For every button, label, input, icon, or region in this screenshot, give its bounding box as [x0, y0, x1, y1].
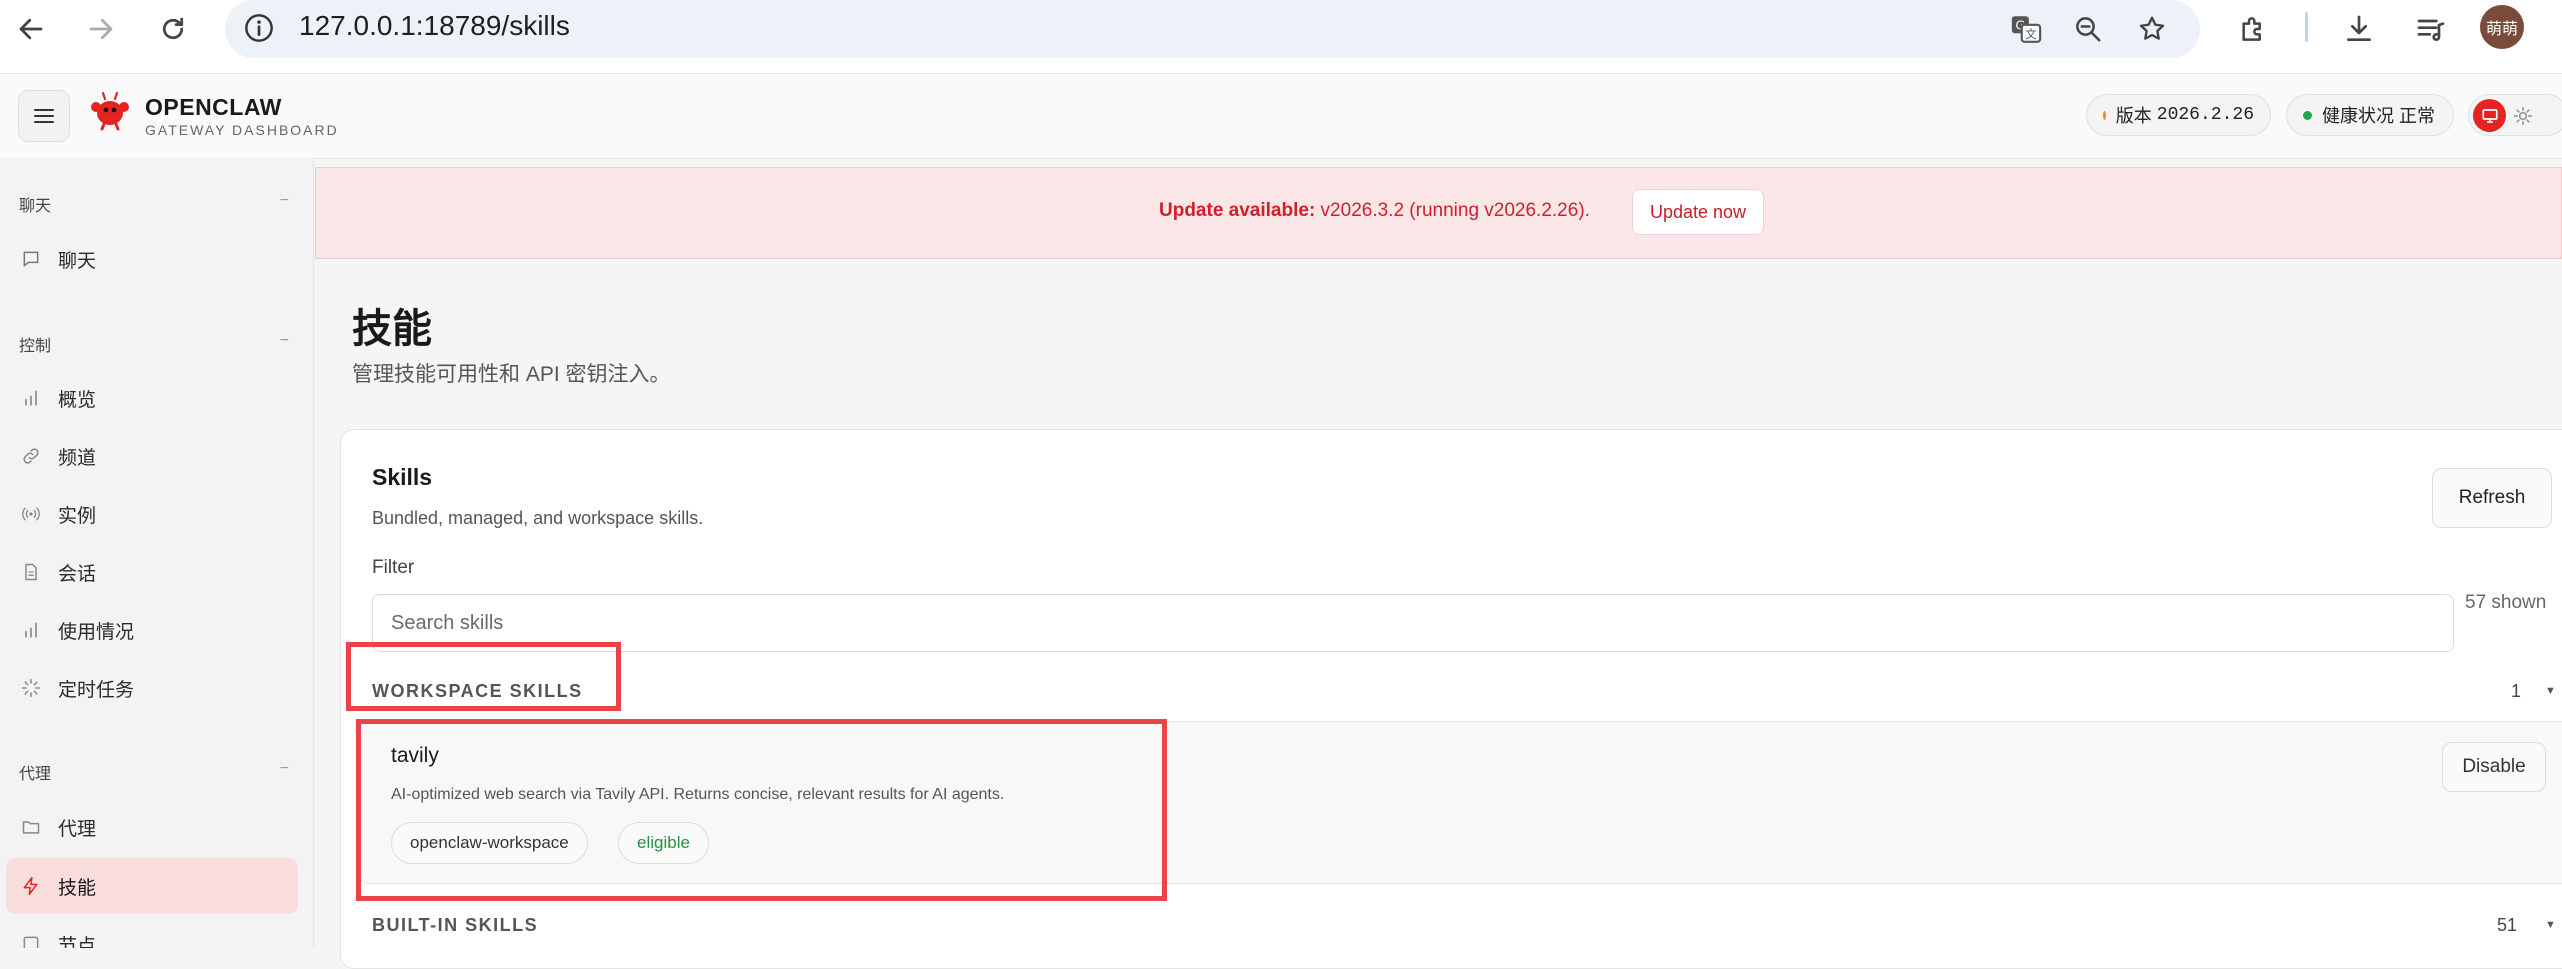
zoom-icon[interactable]: [2067, 8, 2109, 50]
url-text[interactable]: 127.0.0.1:18789/skills: [299, 10, 570, 42]
bar-chart-icon: [20, 619, 42, 641]
reload-icon[interactable]: [152, 8, 194, 50]
built-in-skills-count: 51: [2497, 915, 2518, 935]
sidebar-item-usage[interactable]: 使用情况: [6, 602, 298, 658]
bookmark-star-icon[interactable]: [2131, 8, 2173, 50]
health-label: 健康状况: [2322, 106, 2394, 126]
translate-icon[interactable]: G文: [2005, 8, 2047, 50]
skill-row-tavily: tavily AI-optimized web search via Tavil…: [359, 721, 2562, 884]
version-status-dot: [2103, 110, 2106, 120]
sidebar-item-instances[interactable]: 实例: [6, 486, 298, 542]
sidebar: 聊天 − 聊天 控制 − 概览 频道 实例 会话 使用情况 定时任务 代理 − …: [0, 158, 314, 948]
skill-eligible-badge: eligible: [618, 822, 709, 864]
sidebar-item-label: 聊天: [58, 250, 97, 272]
extensions-icon[interactable]: [2232, 8, 2274, 50]
workspace-skills-heading[interactable]: WORKSPACE SKILLS: [372, 681, 583, 702]
address-bar[interactable]: 127.0.0.1:18789/skills G文: [225, 0, 2200, 58]
app-header: OPENCLAW GATEWAY DASHBOARD 版本 2026.2.26 …: [0, 74, 2562, 159]
sidebar-item-channels[interactable]: 频道: [6, 428, 298, 484]
skill-description: AI-optimized web search via Tavily API. …: [391, 786, 1005, 803]
download-icon[interactable]: [2338, 8, 2380, 50]
skill-source-tag: openclaw-workspace: [391, 822, 588, 864]
back-arrow-icon[interactable]: [10, 8, 52, 50]
link-icon: [20, 445, 42, 467]
sidebar-item-label: 代理: [58, 818, 97, 840]
update-now-button[interactable]: Update now: [1632, 189, 1764, 235]
section-title: 控制: [19, 338, 52, 355]
sidebar-section-chat[interactable]: 聊天 −: [19, 192, 289, 216]
sidebar-item-label: 定时任务: [58, 679, 135, 701]
version-label: 版本: [2115, 106, 2152, 126]
svg-text:文: 文: [2025, 27, 2036, 41]
sidebar-item-chat[interactable]: 聊天: [6, 231, 298, 287]
search-skills-input[interactable]: [372, 594, 2454, 652]
health-value: 正常: [2399, 106, 2436, 126]
document-icon: [20, 561, 42, 583]
brand-subtitle: GATEWAY DASHBOARD: [145, 122, 339, 138]
sidebar-item-label: 技能: [58, 877, 97, 899]
collapse-icon[interactable]: −: [280, 332, 289, 350]
sun-icon[interactable]: [2513, 106, 2533, 131]
built-in-skills-heading[interactable]: BUILT-IN SKILLS: [372, 915, 538, 936]
sidebar-item-label: 会话: [58, 563, 97, 585]
menu-icon: [34, 109, 54, 123]
toolbar-divider: [2305, 12, 2308, 42]
skills-card-title: Skills: [372, 464, 433, 490]
openclaw-logo-icon: [88, 89, 132, 133]
reading-list-icon[interactable]: [2410, 8, 2452, 50]
health-pill: 健康状况 正常: [2286, 94, 2454, 136]
sidebar-section-control[interactable]: 控制 −: [19, 332, 289, 356]
profile-avatar[interactable]: 萌萌: [2480, 5, 2524, 49]
refresh-button[interactable]: Refresh: [2432, 468, 2552, 528]
sidebar-item-label: 使用情况: [58, 621, 135, 643]
theme-toggle[interactable]: [2468, 94, 2562, 136]
sidebar-item-cron-jobs[interactable]: 定时任务: [6, 660, 298, 716]
sidebar-item-sessions[interactable]: 会话: [6, 544, 298, 600]
square-icon: [20, 933, 42, 948]
collapse-icon[interactable]: −: [280, 760, 289, 778]
chat-bubble-icon: [20, 248, 42, 270]
version-pill: 版本 2026.2.26: [2086, 94, 2271, 136]
sidebar-item-label: 频道: [58, 447, 97, 469]
update-message: Update available: v2026.3.2 (running v20…: [1159, 200, 1590, 222]
update-version-text: v2026.3.2 (running v2026.2.26).: [1315, 200, 1590, 221]
sidebar-item-skills[interactable]: 技能: [6, 858, 298, 914]
folder-icon: [20, 816, 42, 838]
sidebar-item-label: 实例: [58, 505, 97, 527]
lightning-icon: [20, 875, 42, 897]
filter-label: Filter: [372, 557, 415, 578]
monitor-icon[interactable]: [2473, 99, 2506, 132]
caret-down-icon[interactable]: ▼: [2545, 685, 2556, 697]
page-subtitle: 管理技能可用性和 API 密钥注入。: [352, 363, 671, 386]
caret-down-icon[interactable]: ▼: [2545, 919, 2556, 931]
sidebar-item-label: 概览: [58, 389, 97, 411]
skill-name: tavily: [391, 744, 439, 767]
sidebar-item-agents[interactable]: 代理: [6, 799, 298, 855]
site-info-icon[interactable]: [243, 12, 275, 49]
sidebar-item-label: 节点: [58, 935, 97, 949]
section-title: 聊天: [19, 198, 52, 215]
bar-chart-icon: [20, 387, 42, 409]
section-title: 代理: [19, 766, 52, 783]
collapse-icon[interactable]: −: [280, 192, 289, 210]
health-status-dot: [2303, 110, 2312, 120]
skills-card: Skills Bundled, managed, and workspace s…: [340, 429, 2562, 969]
hamburger-menu-button[interactable]: [18, 90, 70, 142]
workspace-skills-count: 1: [2511, 681, 2522, 701]
skills-card-subtitle: Bundled, managed, and workspace skills.: [372, 508, 704, 528]
sidebar-item-nodes[interactable]: 节点: [6, 916, 298, 948]
browser-toolbar: 127.0.0.1:18789/skills G文 萌萌: [0, 0, 2562, 74]
forward-arrow-icon[interactable]: [80, 8, 122, 50]
shown-count: 57 shown: [2465, 592, 2547, 613]
brand-title: OPENCLAW: [145, 94, 282, 120]
update-banner: Update available: v2026.3.2 (running v20…: [315, 167, 2562, 259]
update-prefix: Update available:: [1159, 200, 1316, 221]
sidebar-section-agents[interactable]: 代理 −: [19, 760, 289, 784]
page-title: 技能: [352, 307, 432, 351]
version-value: 2026.2.26: [2156, 105, 2254, 125]
broadcast-icon: [20, 503, 42, 525]
loader-icon: [20, 677, 42, 699]
disable-skill-button[interactable]: Disable: [2442, 742, 2546, 792]
sidebar-item-overview[interactable]: 概览: [6, 370, 298, 426]
